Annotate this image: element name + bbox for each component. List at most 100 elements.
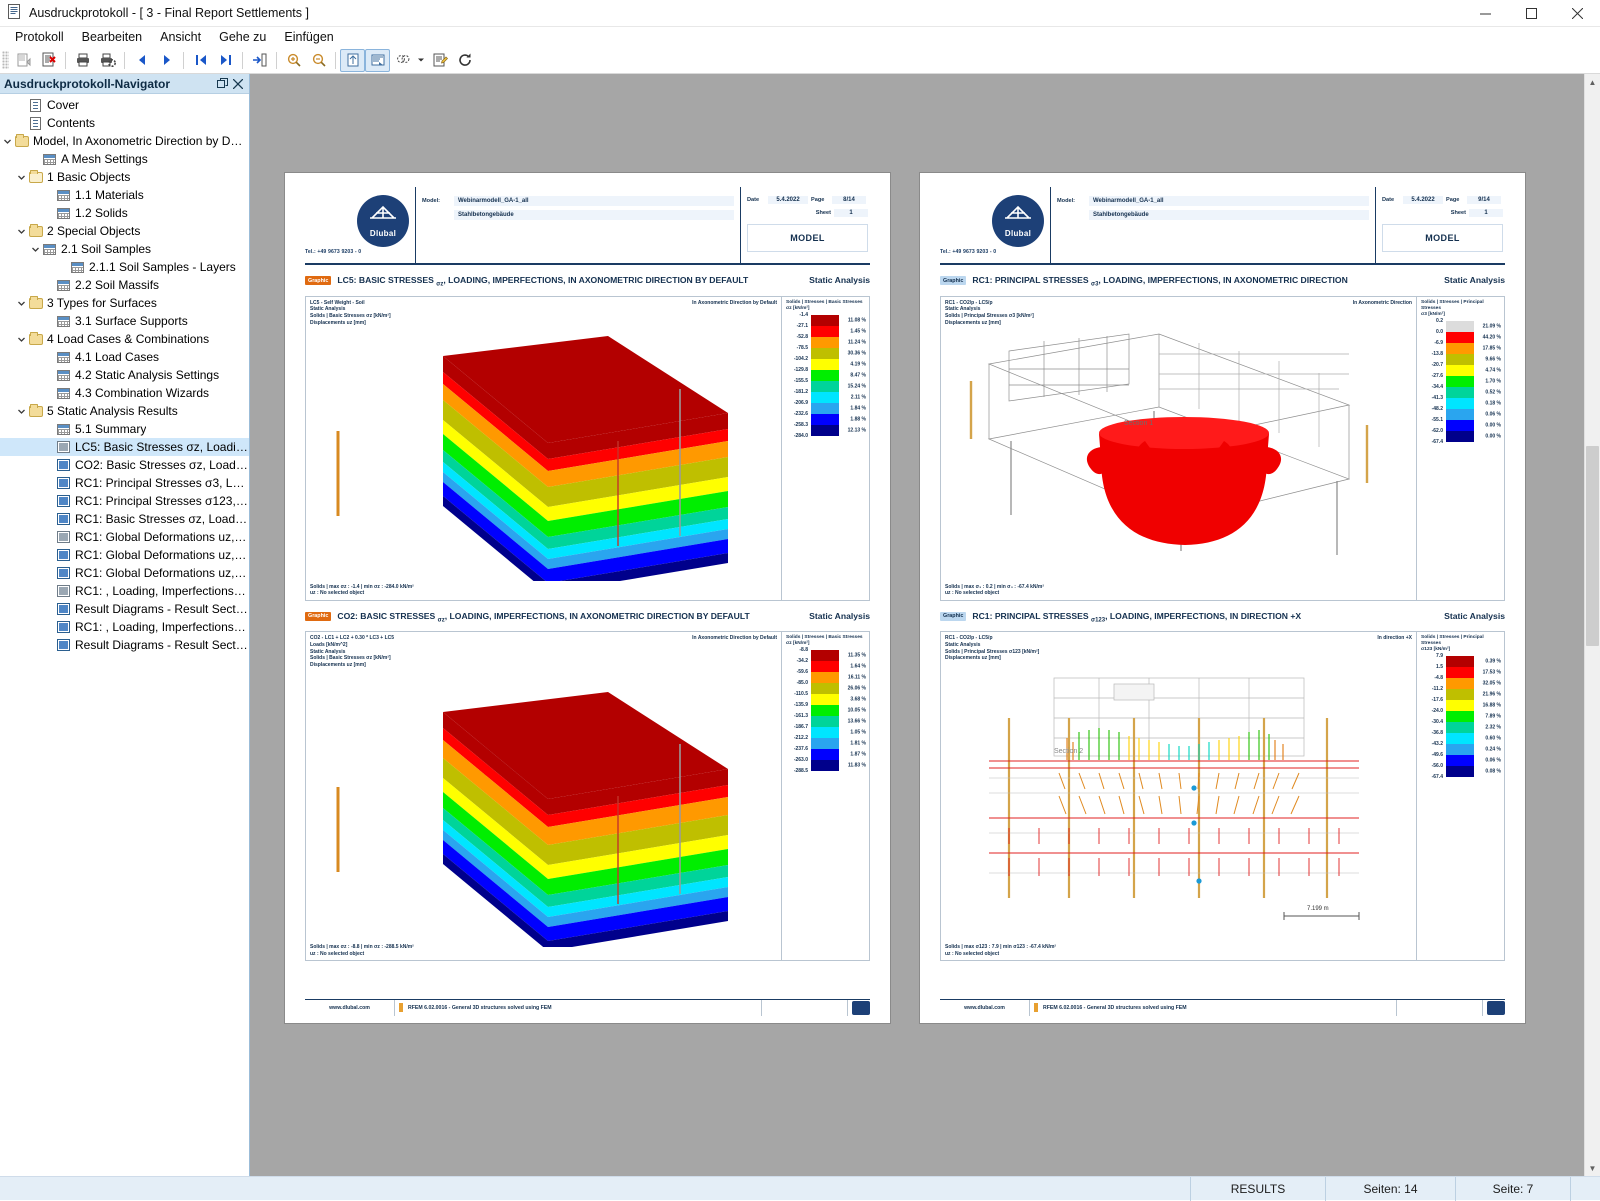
- tree-item[interactable]: A Mesh Settings: [0, 150, 249, 168]
- tree-item[interactable]: 2.1 Soil Samples: [0, 240, 249, 258]
- fit-page-icon[interactable]: [340, 48, 365, 72]
- analysis-type-1: Static Analysis: [809, 275, 870, 285]
- tree-item[interactable]: 4.1 Load Cases: [0, 348, 249, 366]
- zoom-out-icon[interactable]: [306, 49, 331, 72]
- tree-item[interactable]: 3.1 Surface Supports: [0, 312, 249, 330]
- menu-ansicht[interactable]: Ansicht: [151, 28, 210, 46]
- menu-protokoll[interactable]: Protokoll: [6, 28, 73, 46]
- chevron-down-icon[interactable]: [14, 224, 28, 238]
- tree-item[interactable]: Result Diagrams - Result Section …: [0, 600, 249, 618]
- model-name-value: Webinarmodell_GA-1_all: [1089, 195, 1369, 206]
- zoom-in-icon[interactable]: [281, 49, 306, 72]
- tree-item[interactable]: 1.2 Solids: [0, 204, 249, 222]
- figure-canvas-3[interactable]: RC1 - CO2/p - LC5/p Static Analysis Solid…: [940, 295, 1505, 601]
- navigator-close-icon[interactable]: [230, 76, 246, 92]
- tree-item[interactable]: RC1: Global Deformations uz, Loa…: [0, 546, 249, 564]
- refresh-icon[interactable]: [452, 49, 477, 72]
- tree-item[interactable]: RC1: , Loading, Imperfections, I…: [0, 582, 249, 600]
- legend-percent: 0.00 %: [1485, 422, 1501, 429]
- tree-item[interactable]: 5 Static Analysis Results: [0, 402, 249, 420]
- legend-value: -27.6: [1431, 372, 1443, 379]
- selection-mode-icon[interactable]: [390, 49, 415, 72]
- previous-page-icon[interactable]: [129, 49, 154, 72]
- tree-item[interactable]: Result Diagrams - Result Section …: [0, 636, 249, 654]
- figure-canvas-1[interactable]: LC5 - Self Weight - Soil Static Analysis …: [305, 295, 870, 601]
- tree-item[interactable]: RC1: Global Deformations uz, Loa…: [0, 564, 249, 582]
- chevron-down-icon[interactable]: [14, 332, 28, 346]
- last-page-icon[interactable]: [213, 49, 238, 72]
- tree-item[interactable]: CO2: Basic Stresses σz, Loading, …: [0, 456, 249, 474]
- scroll-up-icon[interactable]: ▲: [1585, 74, 1600, 90]
- menu-einfuegen[interactable]: Einfügen: [275, 28, 342, 46]
- vertical-scrollbar[interactable]: ▲ ▼: [1584, 74, 1600, 1176]
- tree-item[interactable]: RC1: Principal Stresses σ123, Load…: [0, 492, 249, 510]
- legend-value: 0.0: [1436, 328, 1443, 335]
- print-settings-icon[interactable]: [95, 49, 120, 72]
- bulb-graphic-3: Section 1: [969, 333, 1369, 555]
- image-icon: [56, 512, 71, 526]
- legend-head-4: Solids | Stresses | Principal Stresses σ1…: [1421, 635, 1484, 653]
- document-viewport[interactable]: Dlubal Tel.: +49 9673 9203 - 0 Model: We…: [250, 74, 1600, 1176]
- tree-item[interactable]: 5.1 Summary: [0, 420, 249, 438]
- tree-item[interactable]: 1 Basic Objects: [0, 168, 249, 186]
- chevron-down-icon[interactable]: [14, 296, 28, 310]
- legend-value: -67.4: [1431, 438, 1443, 445]
- tree-item[interactable]: Cover: [0, 96, 249, 114]
- maximize-button[interactable]: [1508, 0, 1554, 27]
- tree-item[interactable]: RC1: , Loading, Imperfections, I…: [0, 618, 249, 636]
- image-icon: [56, 584, 71, 598]
- chevron-down-icon[interactable]: [0, 134, 14, 148]
- tree-item[interactable]: 4.3 Combination Wizards: [0, 384, 249, 402]
- tree-item-label: Model, In Axonometric Direction by Defau…: [33, 134, 249, 148]
- tree-item[interactable]: RC1: Basic Stresses σz, Loading, …: [0, 510, 249, 528]
- scroll-down-icon[interactable]: ▼: [1585, 1160, 1600, 1176]
- open-print-report-icon[interactable]: [11, 49, 36, 72]
- tree-item[interactable]: LC5: Basic Stresses σz, Loading, I…: [0, 438, 249, 456]
- figure-direction-4: In direction +X: [1377, 635, 1412, 642]
- menu-bearbeiten[interactable]: Bearbeiten: [73, 28, 151, 46]
- figure-canvas-4[interactable]: RC1 - CO2/p - LC5/p Static Analysis Solid…: [940, 631, 1505, 962]
- menu-gehe-zu[interactable]: Gehe zu: [210, 28, 275, 46]
- report-page-right[interactable]: Dlubal Tel.: +49 9673 9203 - 0 Model: We…: [920, 173, 1525, 1023]
- tree-item[interactable]: RC1: Principal Stresses σ3, Loadin…: [0, 474, 249, 492]
- tree-item[interactable]: 1.1 Materials: [0, 186, 249, 204]
- chevron-down-icon[interactable]: [28, 242, 42, 256]
- tree-item[interactable]: 4.2 Static Analysis Settings: [0, 366, 249, 384]
- footer-website[interactable]: www.dlubal.com: [940, 999, 1030, 1016]
- tree-item-label: 4.1 Load Cases: [75, 350, 160, 364]
- first-page-icon[interactable]: [188, 49, 213, 72]
- navigator-undock-icon[interactable]: [214, 76, 230, 92]
- report-tree[interactable]: Cover Contents Model, In Axonometric Direc…: [0, 94, 249, 1176]
- two-page-view-icon[interactable]: [365, 48, 390, 72]
- sheet-value: 1: [1469, 209, 1503, 217]
- figure-canvas-2[interactable]: CO2 - LC1 + LC2 + 0.30 * LC3 + LC5 Loads …: [305, 631, 870, 962]
- tree-item[interactable]: Contents: [0, 114, 249, 132]
- minimize-button[interactable]: [1462, 0, 1508, 27]
- chevron-down-icon[interactable]: [14, 170, 28, 184]
- status-resize-grip[interactable]: [1570, 1176, 1600, 1201]
- chevron-down-icon[interactable]: [14, 404, 28, 418]
- tree-item[interactable]: 4 Load Cases & Combinations: [0, 330, 249, 348]
- tree-item[interactable]: 2 Special Objects: [0, 222, 249, 240]
- chevron-down-icon[interactable]: [415, 49, 427, 72]
- print-icon[interactable]: [70, 49, 95, 72]
- tree-item[interactable]: RC1: Global Deformations uz, Loa…: [0, 528, 249, 546]
- delete-report-icon[interactable]: [36, 49, 61, 72]
- footer-blank: [1397, 999, 1483, 1016]
- go-to-page-icon[interactable]: [247, 49, 272, 72]
- tree-item[interactable]: 3 Types for Surfaces: [0, 294, 249, 312]
- legend-swatch: [811, 424, 839, 436]
- footer-website[interactable]: www.dlubal.com: [305, 999, 395, 1016]
- toolbar-grip[interactable]: [2, 51, 9, 69]
- report-page-left[interactable]: Dlubal Tel.: +49 9673 9203 - 0 Model: We…: [285, 173, 890, 1023]
- edit-report-icon[interactable]: [427, 49, 452, 72]
- table-icon: [56, 386, 71, 400]
- tree-item[interactable]: 2.2 Soil Massifs: [0, 276, 249, 294]
- figure-title-4: RC1: PRINCIPAL STRESSES σ123, LOADING, I…: [972, 610, 1302, 624]
- tree-item[interactable]: 2.1.1 Soil Samples - Layers: [0, 258, 249, 276]
- tree-item[interactable]: Model, In Axonometric Direction by Defau…: [0, 132, 249, 150]
- legend-head-3: Solids | Stresses | Principal Stresses σ3…: [1421, 299, 1484, 317]
- scrollbar-thumb[interactable]: [1586, 446, 1599, 646]
- close-button[interactable]: [1554, 0, 1600, 27]
- next-page-icon[interactable]: [154, 49, 179, 72]
